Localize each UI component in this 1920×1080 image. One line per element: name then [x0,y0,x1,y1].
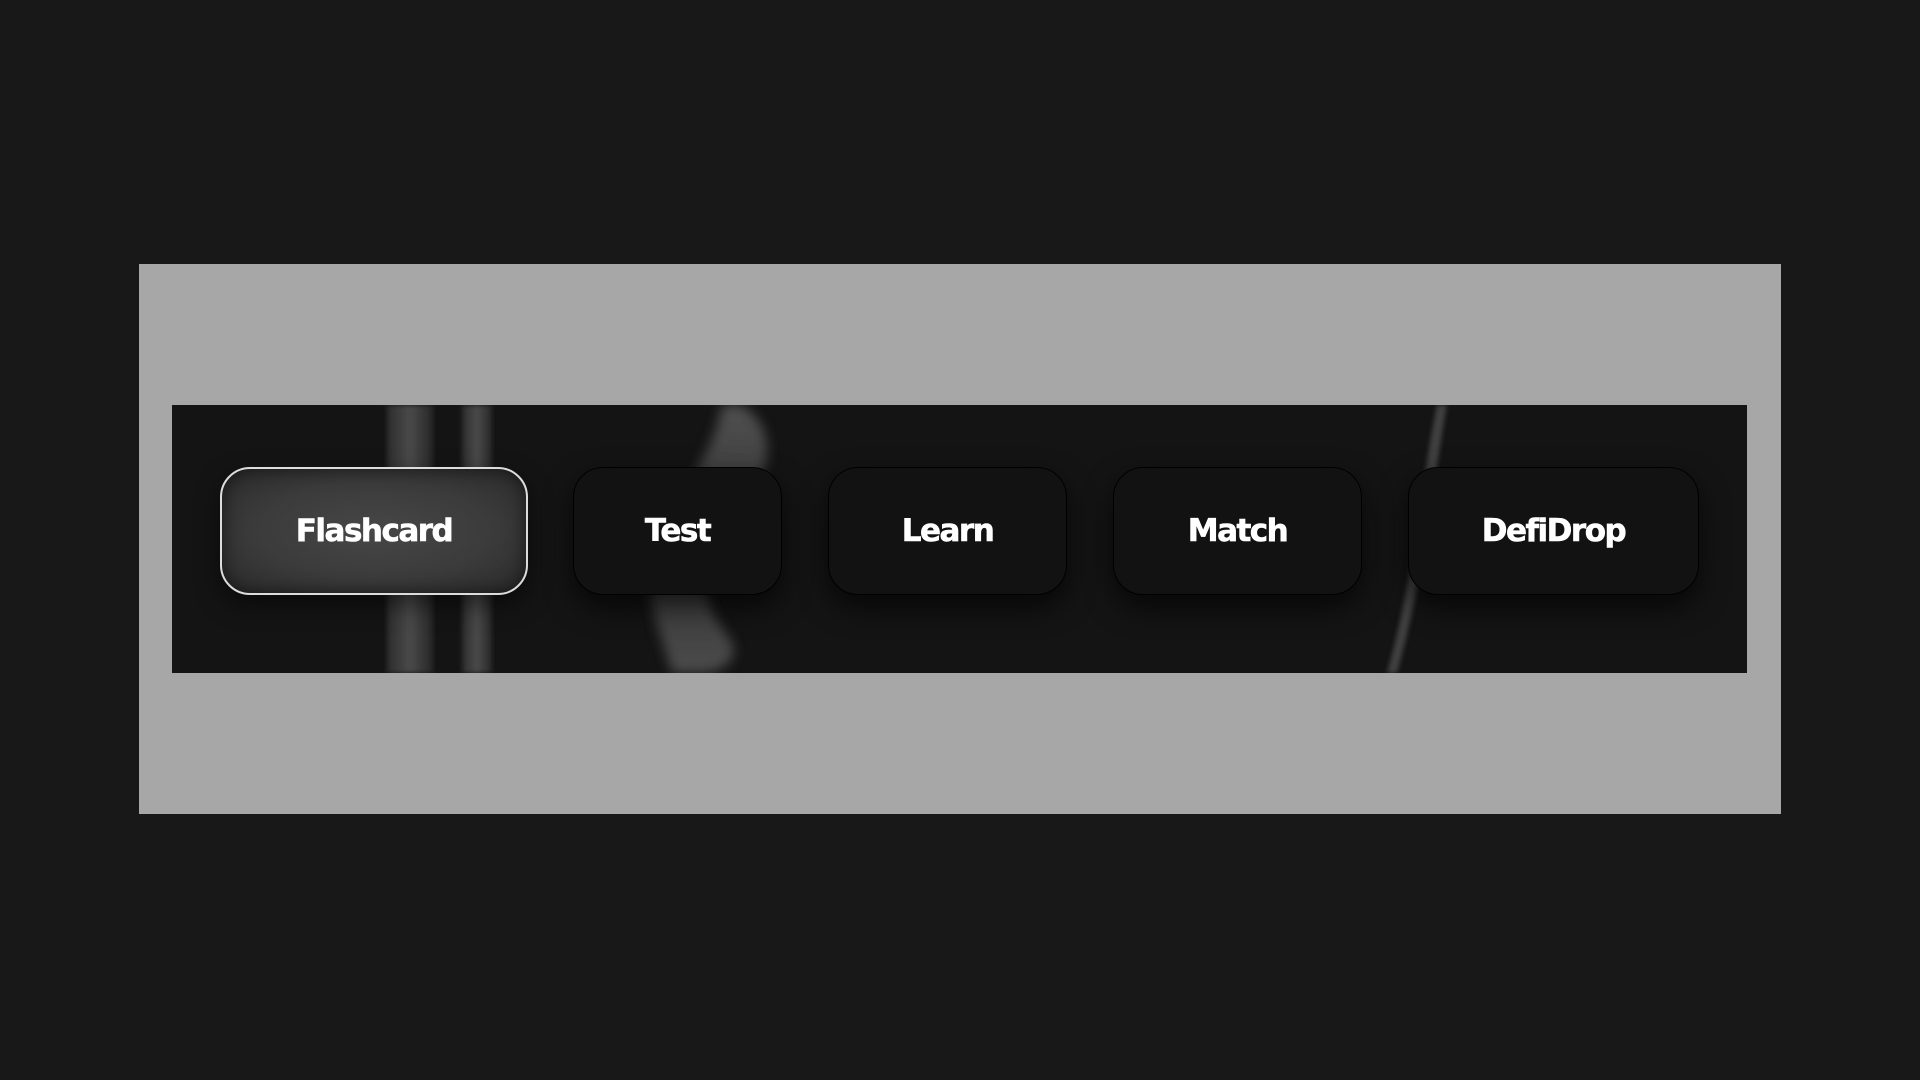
study-mode-banner: Flashcard Test Learn Match DefiDrop [172,405,1747,673]
tab-defidrop[interactable]: DefiDrop [1408,467,1699,595]
tab-label: DefiDrop [1481,513,1626,550]
tab-flashcard[interactable]: Flashcard [220,467,528,595]
tab-match[interactable]: Match [1113,467,1362,595]
preview-frame: Flashcard Test Learn Match DefiDrop [139,264,1781,814]
tab-test[interactable]: Test [573,467,782,595]
tab-label: Flashcard [295,513,454,550]
study-mode-tabs: Flashcard Test Learn Match DefiDrop [172,405,1747,673]
tab-label: Match [1187,513,1289,550]
tab-label: Test [644,513,712,550]
tab-label: Learn [901,513,995,550]
tab-learn[interactable]: Learn [828,467,1067,595]
